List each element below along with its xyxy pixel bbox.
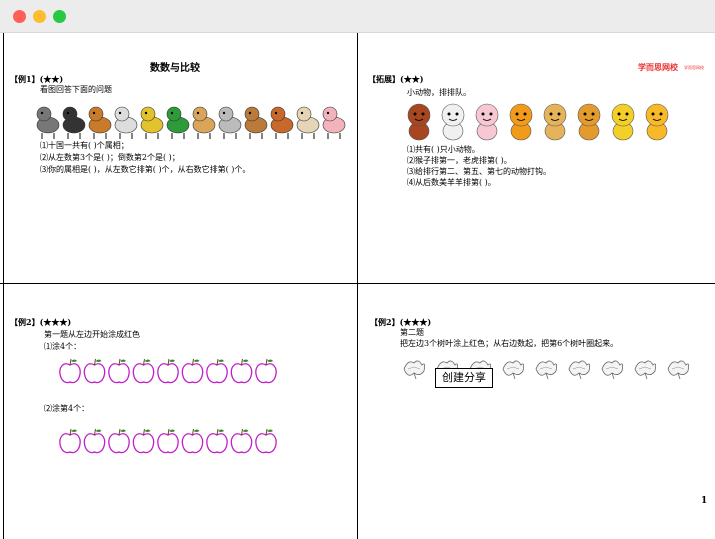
pig-icon	[322, 106, 346, 139]
row2-apple-9[interactable]	[255, 428, 277, 454]
row1-apple-8[interactable]	[230, 358, 253, 384]
q3-instruction: 第一题从左边开始涂成红色	[44, 330, 140, 339]
monkey-icon	[407, 103, 431, 141]
lion-icon	[577, 103, 601, 141]
brand-logo-subtext: 学而思网校	[684, 65, 704, 70]
row2-apple-1[interactable]	[59, 428, 81, 454]
leaf-1[interactable]	[403, 360, 426, 380]
row1-apple-7[interactable]	[206, 358, 228, 384]
row2-apple-4[interactable]	[132, 428, 155, 454]
leaf-7[interactable]	[601, 360, 624, 380]
leaf-5[interactable]	[535, 360, 558, 380]
row1-apple-4[interactable]	[132, 358, 155, 384]
page-number: 1	[701, 496, 708, 506]
q4-example-label: 【例2】(★★★)	[370, 317, 432, 327]
minimize-window-button[interactable]	[33, 10, 46, 23]
row1-apple-2[interactable]	[83, 358, 106, 384]
horse-icon	[192, 106, 216, 139]
row2-apple-3[interactable]	[108, 428, 130, 454]
page-title: 数数与比较	[150, 63, 200, 74]
q1-instruction: 看图回答下面的问题	[40, 85, 112, 94]
rabbit-icon	[114, 106, 138, 139]
maximize-window-button[interactable]	[53, 10, 66, 23]
snake-icon	[166, 106, 190, 139]
bear-yellow-icon	[611, 103, 635, 141]
row1-apple-5[interactable]	[157, 358, 179, 384]
app-window: 数数与比较 【例1】(★★) 看图回答下面的问题 ⑴十国一共有( )个属相； ⑵…	[0, 0, 715, 539]
close-window-button[interactable]	[13, 10, 26, 23]
q4-instruction: 把左边3个树叶涂上红色；从右边数起，把第6个树叶圈起来。	[400, 339, 619, 348]
q3-part1: ⑴涂4个：	[44, 342, 82, 351]
q1-example-label: 【例1】(★★)	[10, 74, 64, 84]
dog-icon	[296, 106, 320, 139]
left-border	[3, 33, 4, 539]
q2-instruction: 小动物，排排队。	[407, 88, 471, 97]
q1-line-1: ⑴十国一共有( )个属相；	[40, 141, 129, 150]
sheep-white-icon	[441, 103, 465, 141]
leaf-4[interactable]	[502, 360, 525, 380]
goat-icon	[218, 106, 242, 139]
q2-line-2: ⑵猴子排第一，老虎排第( )。	[407, 156, 512, 165]
q2-line-1: ⑴共有( )只小动物。	[407, 145, 480, 154]
sheep-pink-icon	[475, 103, 499, 141]
monkey-icon	[244, 106, 268, 139]
q1-line-3: ⑶你的属相是( )，从左数它排第( )个，从右数它排第( )个。	[40, 165, 251, 174]
q2-example-label: 【拓展】(★★)	[368, 74, 424, 84]
q2-line-3: ⑶给排行第二、第五、第七的动物打钩。	[407, 167, 551, 176]
row1-apple-9[interactable]	[255, 358, 277, 384]
zodiac-animals-row	[36, 106, 346, 139]
dragon-icon	[140, 106, 164, 139]
cat-icon	[543, 103, 567, 141]
q2-line-4: ⑷从后数美羊羊排第( )。	[407, 178, 496, 187]
leaf-9[interactable]	[667, 360, 690, 380]
leaf-8[interactable]	[634, 360, 657, 380]
brand-logo-text: 学而思网校	[638, 63, 678, 72]
row2-apple-8[interactable]	[230, 428, 253, 454]
ox-icon	[62, 106, 86, 139]
leaf-6[interactable]	[568, 360, 591, 380]
cartoon-animals-row	[407, 103, 669, 141]
q3-part2: ⑵涂第4个：	[44, 404, 90, 413]
apple-row-1	[59, 358, 277, 384]
title-bar	[0, 0, 715, 33]
row2-apple-6[interactable]	[181, 428, 204, 454]
create-share-button[interactable]: 创建分享	[435, 368, 493, 388]
row2-apple-7[interactable]	[206, 428, 228, 454]
winnie-icon	[645, 103, 669, 141]
rooster-icon	[270, 106, 294, 139]
row2-apple-5[interactable]	[157, 428, 179, 454]
rat-icon	[36, 106, 60, 139]
row2-apple-2[interactable]	[83, 428, 106, 454]
q4-subtitle: 第二题	[400, 328, 424, 337]
horizontal-divider	[0, 283, 715, 284]
row1-apple-3[interactable]	[108, 358, 130, 384]
tiger-icon	[88, 106, 112, 139]
q3-example-label: 【例2】(★★★)	[10, 317, 72, 327]
apple-row-2	[59, 428, 277, 454]
row1-apple-6[interactable]	[181, 358, 204, 384]
worksheet-page: 数数与比较 【例1】(★★) 看图回答下面的问题 ⑴十国一共有( )个属相； ⑵…	[0, 33, 715, 539]
q1-line-2: ⑵从左数第3个是( )；倒数第2个是( )；	[40, 153, 180, 162]
tiger-icon	[509, 103, 533, 141]
row1-apple-1[interactable]	[59, 358, 81, 384]
